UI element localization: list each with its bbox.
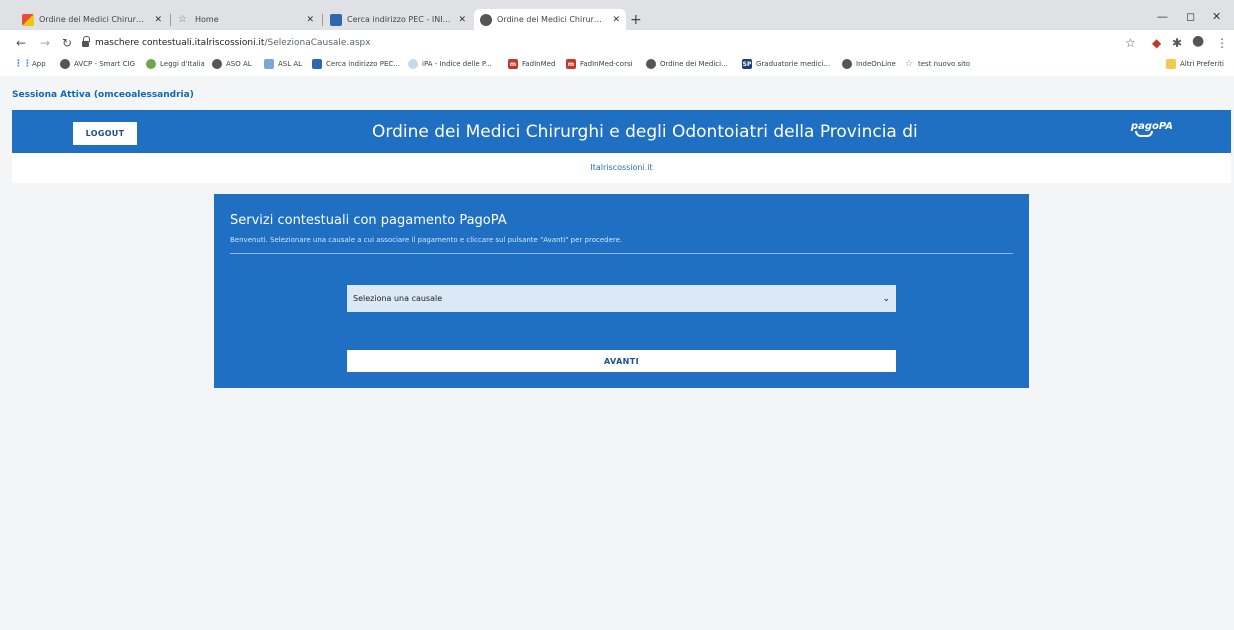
bookmark-label: test nuovo sito <box>918 60 971 68</box>
bookmark-label: ASL AL <box>278 60 303 68</box>
divider <box>230 253 1013 254</box>
tab-label: Home <box>195 15 219 24</box>
lock-icon <box>82 36 90 47</box>
globe-icon <box>842 59 852 69</box>
page-title: Ordine dei Medici Chirurghi e degli Odon… <box>372 122 918 142</box>
pagopa-logo: pagoPA <box>1131 121 1173 137</box>
star-icon: ☆ <box>904 59 914 69</box>
bookmark-label: IndeOnLine <box>856 60 896 68</box>
bookmark-label: ASO AL <box>226 60 252 68</box>
bookmark-graduatorie[interactable]: SP Graduatorie medici... <box>742 59 830 69</box>
bookmark-ipa[interactable]: iPA - Indice delle P... <box>408 59 492 69</box>
bookmark-avcp[interactable]: AVCP - Smart CIG <box>60 59 135 69</box>
inipec-favicon-icon <box>312 59 322 69</box>
chevron-down-icon: ⌄ <box>882 293 890 304</box>
logout-button[interactable]: LOGOUT <box>73 122 137 145</box>
new-tab-button[interactable]: + <box>630 12 642 28</box>
tab-ordine-medici-active[interactable]: Ordine dei Medici Chirurghi e de ✕ <box>474 9 626 30</box>
asl-favicon-icon <box>264 59 274 69</box>
bookmark-fadinmed[interactable]: m FadInMed <box>508 59 555 69</box>
tab-separator <box>170 14 171 26</box>
bookmark-label: Altri Preferiti <box>1180 60 1224 68</box>
bookmark-test-nuovo-sito[interactable]: ☆ test nuovo sito <box>904 59 970 69</box>
bookmark-label: Cerca indirizzo PEC... <box>326 60 400 68</box>
session-status: Sessiona Attiva (omceoalessandria) <box>12 90 194 100</box>
tab-label: Ordine dei Medici Chirurghi e d <box>39 15 149 24</box>
bookmark-star-icon[interactable]: ☆ <box>1125 36 1136 50</box>
bookmark-label: App <box>32 60 46 68</box>
folder-icon <box>1166 59 1176 69</box>
bookmark-label: Graduatorie medici... <box>756 60 831 68</box>
puzzle-icon[interactable]: ✱ <box>1172 36 1182 50</box>
sub-header: Italriscossioni.it <box>12 153 1231 183</box>
logo-text: pagoPA <box>1130 121 1173 132</box>
leggi-favicon-icon <box>146 59 156 69</box>
close-icon[interactable]: ✕ <box>458 15 466 25</box>
globe-icon <box>60 59 70 69</box>
globe-icon <box>480 13 492 26</box>
bookmark-label: Leggi d'Italia <box>160 60 205 68</box>
bookmark-fadinmed-corsi[interactable]: m FadInMed-corsi <box>566 59 633 69</box>
profile-icon[interactable]: ● <box>1192 33 1204 49</box>
url-path: /SelezionaCausale.aspx <box>264 38 371 48</box>
bookmark-inipec[interactable]: Cerca indirizzo PEC... <box>312 59 400 69</box>
tab-separator <box>322 14 323 26</box>
bookmark-leggi[interactable]: Leggi d'Italia <box>146 59 205 69</box>
restore-icon[interactable]: ◻ <box>1186 10 1195 23</box>
close-icon[interactable]: ✕ <box>154 15 162 25</box>
select-value: Seleziona una causale <box>353 294 443 303</box>
extension-icon[interactable]: ◆ <box>1152 36 1161 50</box>
address-bar[interactable]: maschere contestuali.italriscossioni.it/… <box>82 34 1132 52</box>
card-description: Benvenuti. Selezionare una causale a cui… <box>230 236 623 244</box>
minimize-icon[interactable]: — <box>1157 10 1168 23</box>
globe-icon <box>212 59 222 69</box>
url-host: maschere contestuali.italriscossioni.it <box>95 38 265 48</box>
fadinmed-favicon-icon: m <box>566 59 576 69</box>
bookmark-label: AVCP - Smart CIG <box>74 60 135 68</box>
tab-label: Ordine dei Medici Chirurghi e de <box>497 15 607 24</box>
card-title: Servizi contestuali con pagamento PagoPA <box>230 213 507 228</box>
forward-arrow-icon[interactable]: → <box>40 36 50 50</box>
tab-label: Cerca indirizzo PEC - INI-PEC <box>347 15 453 24</box>
bookmark-aso-al[interactable]: ASO AL <box>212 59 252 69</box>
reload-icon[interactable]: ↻ <box>62 36 72 50</box>
bookmark-other-folder[interactable]: Altri Preferiti <box>1166 59 1224 69</box>
site-favicon-icon <box>22 13 34 26</box>
bookmark-apps[interactable]: ⋮⋮ App <box>14 59 46 69</box>
back-arrow-icon[interactable]: ← <box>16 36 26 50</box>
tab-ordine-medici-1[interactable]: Ordine dei Medici Chirurghi e d ✕ <box>16 9 168 30</box>
tab-home[interactable]: ☆ Home ✕ <box>172 9 320 30</box>
fadinmed-favicon-icon: m <box>508 59 518 69</box>
italriscossioni-link[interactable]: Italriscossioni.it <box>590 163 652 172</box>
bookmark-label: Ordine dei Medici... <box>660 60 728 68</box>
bookmarks-bar: ⋮⋮ App AVCP - Smart CIG Leggi d'Italia A… <box>0 56 1234 74</box>
causale-select[interactable]: Seleziona una causale ⌄ <box>347 285 896 312</box>
bookmark-label: iPA - Indice delle P... <box>422 60 492 68</box>
bookmark-ordine-medici[interactable]: Ordine dei Medici... <box>646 59 728 69</box>
inipec-favicon-icon <box>330 13 342 26</box>
page-content: Sessiona Attiva (omceoalessandria) LOGOU… <box>0 76 1234 630</box>
globe-icon <box>646 59 656 69</box>
payment-card: Servizi contestuali con pagamento PagoPA… <box>214 194 1029 388</box>
bookmark-label: FadInMed-corsi <box>580 60 633 68</box>
close-icon[interactable]: ✕ <box>612 15 620 25</box>
header-bar: LOGOUT Ordine dei Medici Chirurghi e deg… <box>12 110 1231 153</box>
tab-inipec[interactable]: Cerca indirizzo PEC - INI-PEC ✕ <box>324 9 472 30</box>
avanti-button[interactable]: AVANTI <box>347 350 896 372</box>
apps-grid-icon: ⋮⋮ <box>14 59 32 69</box>
star-icon: ☆ <box>178 13 187 25</box>
close-icon[interactable]: ✕ <box>306 15 314 25</box>
bookmark-label: FadInMed <box>522 60 556 68</box>
sp-favicon-icon: SP <box>742 59 752 69</box>
menu-dots-icon[interactable]: ⋮ <box>1216 36 1228 50</box>
browser-tab-strip: Ordine dei Medici Chirurghi e d ✕ ☆ Home… <box>0 0 1234 30</box>
bookmark-asl-al[interactable]: ASL AL <box>264 59 302 69</box>
bookmark-indeonline[interactable]: IndeOnLine <box>842 59 896 69</box>
ipa-favicon-icon <box>408 59 418 69</box>
close-window-icon[interactable]: ✕ <box>1212 10 1221 23</box>
browser-toolbar: ← → ↻ maschere contestuali.italriscossio… <box>0 30 1234 56</box>
url-text: maschere contestuali.italriscossioni.it/… <box>95 38 371 48</box>
